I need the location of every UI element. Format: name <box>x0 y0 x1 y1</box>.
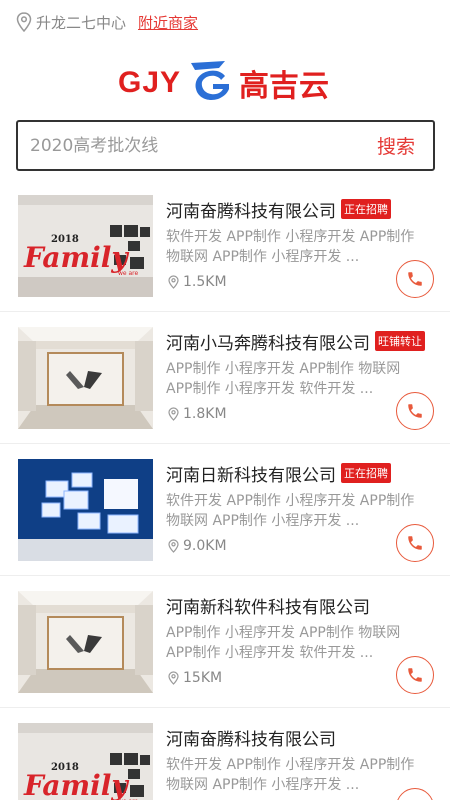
distance-value: 1.8KM <box>183 406 227 422</box>
company-name[interactable]: 河南日新科技有限公司 <box>166 461 336 486</box>
distance-pin-icon <box>168 539 179 553</box>
thumbnail-image: 2018Familywe are <box>18 723 153 800</box>
svg-text:we are: we are <box>118 270 139 277</box>
thumbnail-image <box>18 327 153 429</box>
distance: 1.5KM <box>168 274 227 290</box>
phone-icon <box>408 536 422 550</box>
svg-text:Family: Family <box>23 769 129 800</box>
distance-value: 1.5KM <box>183 274 227 290</box>
company-name-row: 河南奋腾科技有限公司 正在招聘 <box>166 196 391 222</box>
company-list-item[interactable]: 河南新科软件科技有限公司 APP制作 小程序开发 APP制作 物联网 APP制作 … <box>0 576 450 708</box>
company-name[interactable]: 河南小马奔腾科技有限公司 <box>166 329 370 354</box>
distance-pin-icon <box>168 671 179 685</box>
distance-value: 15KM <box>183 670 223 686</box>
call-button[interactable] <box>396 260 434 298</box>
company-list-item[interactable]: 2018 Family we are 河南奋腾科技有限公司 正在招聘软件开发 APP制作… <box>0 180 450 312</box>
search-input[interactable] <box>18 122 359 169</box>
company-thumbnail[interactable] <box>18 459 153 561</box>
company-list-item[interactable]: 2018Familywe are 河南奋腾科技有限公司软件开发 APP制作 小程序… <box>0 708 450 800</box>
search-bar: 搜索 <box>16 120 435 171</box>
company-name-row: 河南日新科技有限公司 正在招聘 <box>166 460 391 486</box>
company-thumbnail[interactable] <box>18 327 153 429</box>
company-list-item[interactable]: 河南日新科技有限公司 正在招聘软件开发 APP制作 小程序开发 APP制作 物联网… <box>0 444 450 576</box>
call-button[interactable] <box>396 524 434 562</box>
status-badge: 正在招聘 <box>341 199 391 219</box>
company-name[interactable]: 河南奋腾科技有限公司 <box>166 725 336 750</box>
company-list: 2018 Family we are 河南奋腾科技有限公司 正在招聘 软件开发 APP制作… <box>0 180 450 800</box>
current-location[interactable]: 升龙二七中心 <box>36 12 126 33</box>
thumbnail-image <box>18 459 153 561</box>
brand-logo: GJY 高吉云 <box>118 58 340 108</box>
company-services: 软件开发 APP制作 小程序开发 APP制作 物联网 APP制作 小程序开发 .… <box>166 493 415 529</box>
company-services: APP制作 小程序开发 APP制作 物联网 APP制作 小程序开发 软件开发 .… <box>166 625 401 661</box>
company-thumbnail[interactable]: 2018Familywe are <box>18 195 153 297</box>
company-name[interactable]: 河南新科软件科技有限公司 <box>166 593 370 618</box>
company-name-row: 河南新科软件科技有限公司 <box>166 592 370 618</box>
status-badge: 旺铺转让 <box>375 331 425 351</box>
location-pin-icon <box>16 12 32 32</box>
company-thumbnail[interactable] <box>18 591 153 693</box>
company-list-item[interactable]: 河南小马奔腾科技有限公司 旺铺转让 APP制作 小程序开发 APP制作 物联网 AP… <box>0 312 450 444</box>
phone-icon <box>408 404 422 418</box>
company-name-row: 河南小马奔腾科技有限公司 旺铺转让 <box>166 328 425 354</box>
thumbnail-image: 2018Familywe are <box>18 195 153 297</box>
logo-text-en: GJY <box>118 66 182 99</box>
distance: 15KM <box>168 670 222 686</box>
call-button[interactable] <box>396 656 434 694</box>
call-button[interactable] <box>396 392 434 430</box>
thumbnail-image <box>18 591 153 693</box>
phone-icon <box>408 668 422 682</box>
distance-pin-icon <box>168 275 179 289</box>
logo-text-cn: 高吉云 <box>239 69 330 104</box>
distance: 9.0KM <box>168 538 227 554</box>
svg-text:Family: Family <box>23 241 129 274</box>
phone-icon <box>408 272 422 286</box>
distance-value: 9.0KM <box>183 538 227 554</box>
company-name[interactable]: 河南奋腾科技有限公司 <box>166 197 336 222</box>
location-bar: 升龙二七中心 附近商家 <box>16 10 198 34</box>
nearby-merchants-link[interactable]: 附近商家 <box>138 12 198 33</box>
search-button[interactable]: 搜索 <box>359 132 433 159</box>
company-services: 软件开发 APP制作 小程序开发 APP制作 物联网 APP制作 小程序开发 .… <box>166 757 415 793</box>
status-badge: 正在招聘 <box>341 463 391 483</box>
distance: 1.8KM <box>168 406 227 422</box>
company-services: 软件开发 APP制作 小程序开发 APP制作 物联网 APP制作 小程序开发 .… <box>166 229 415 265</box>
logo-g-mark-icon <box>191 61 230 100</box>
distance-pin-icon <box>168 407 179 421</box>
company-name-row: 河南奋腾科技有限公司 <box>166 724 336 750</box>
company-thumbnail[interactable]: 2018Familywe are <box>18 723 153 800</box>
company-services: APP制作 小程序开发 APP制作 物联网 APP制作 小程序开发 软件开发 .… <box>166 361 401 397</box>
